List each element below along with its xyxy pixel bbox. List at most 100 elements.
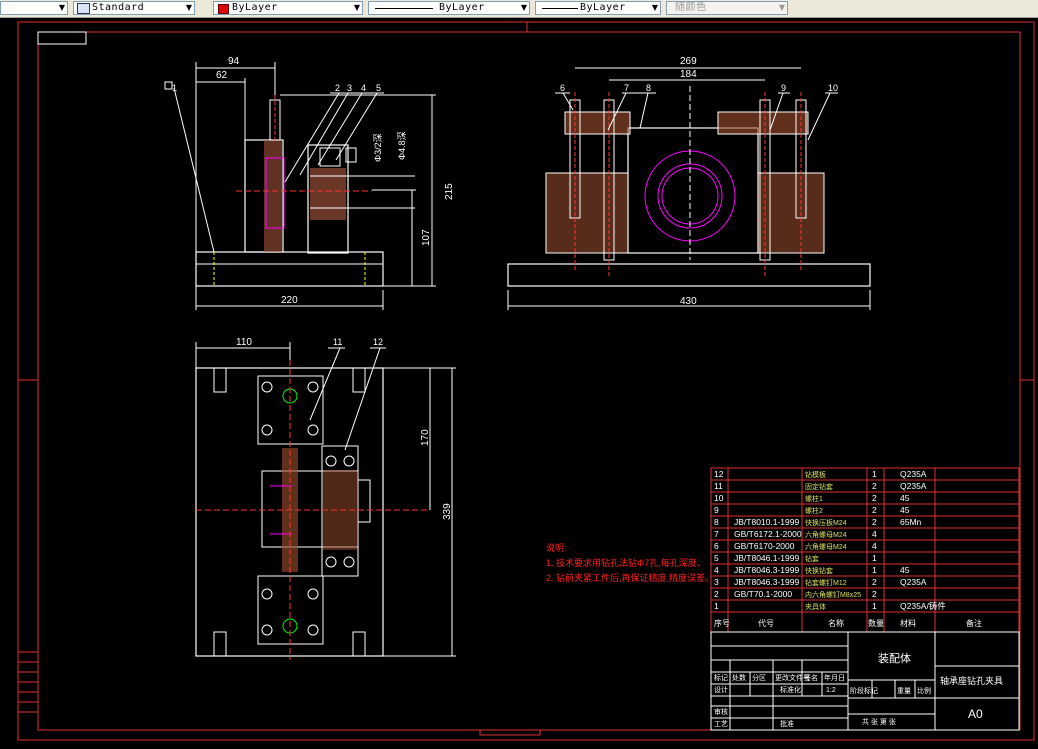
bom-cell-qty: 1 [872, 565, 877, 575]
chevron-down-icon: ▼ [520, 3, 527, 12]
bom-cell-qty: 2 [872, 589, 877, 599]
bom-cell-name: 六角螺母M24 [805, 542, 847, 551]
plotstyle-dropdown[interactable]: 随颜色 ▼ [666, 1, 788, 15]
balloon-9: 9 [781, 83, 786, 93]
balloon-4: 4 [361, 83, 366, 93]
balloon-10: 10 [828, 83, 838, 93]
color-dropdown[interactable]: ByLayer ▼ [213, 1, 363, 15]
properties-toolbar: ▼ Standard ▼ ByLayer ▼ ByLayer ▼ ByLayer… [0, 0, 1038, 18]
dim-430: 430 [680, 296, 697, 307]
dim-107: 107 [421, 229, 432, 246]
tb-check: 审核 [714, 707, 728, 716]
dim-170: 170 [420, 429, 431, 446]
bom-cell-code: JB/T8046.3-1999 [734, 565, 799, 575]
lineweight-dropdown[interactable]: ByLayer ▼ [535, 1, 661, 15]
chevron-down-icon: ▼ [778, 3, 785, 12]
layer-dropdown-tail[interactable]: ▼ [0, 1, 68, 15]
bom-cell-no: 9 [714, 505, 719, 515]
text-style-icon [77, 3, 90, 14]
linetype-preview-icon [375, 8, 433, 9]
bom-cell-no: 6 [714, 541, 719, 551]
bom-cell-name: 钻模板 [805, 470, 826, 479]
chevron-down-icon: ▼ [58, 3, 65, 12]
bom-cell-name: 钻套螺钉M12 [805, 578, 847, 587]
text-style-dropdown[interactable]: Standard ▼ [73, 1, 195, 15]
tb-standard: 标准化 [780, 685, 801, 694]
bom-cell-mat: Q235A [900, 481, 927, 491]
bom-cell-qty: 2 [872, 493, 877, 503]
bom-cell-no: 10 [714, 493, 724, 503]
bom-cell-no: 5 [714, 553, 719, 563]
lineweight-value: ByLayer [580, 2, 626, 13]
bom-cell-qty: 2 [872, 481, 877, 491]
bom-cell-qty: 2 [872, 577, 877, 587]
balloon-3: 3 [347, 83, 352, 93]
bom-cell-code: JB/T8046.1-1999 [734, 553, 799, 563]
lineweight-preview-icon [542, 8, 578, 9]
tb-scale: 比例 [917, 686, 931, 695]
dim-94: 94 [228, 56, 240, 67]
balloon-5: 5 [376, 83, 381, 93]
bom-cell-mat: 65Mn [900, 517, 922, 527]
bom-cell-code: GB/T6172.1-2000 [734, 529, 802, 539]
tb-signature: 签名 [804, 673, 818, 682]
drawing-canvas[interactable]: 94 62 220 215 107 Φ3/2深 Φ4.8深 269 184 43… [0, 18, 1038, 749]
dim-hole-1: Φ3/2深 [373, 133, 383, 162]
dim-220: 220 [281, 295, 298, 306]
bom-cell-name: 快换钻套 [805, 566, 833, 575]
bom-cell-qty: 2 [872, 517, 877, 527]
bom-cell-mat: Q235A/铸件 [900, 601, 946, 611]
bom-cell-no: 12 [714, 469, 724, 479]
balloon-12: 12 [373, 337, 383, 347]
balloon-7: 7 [624, 83, 629, 93]
bom-cell-mat: Q235A [900, 469, 927, 479]
dim-339: 339 [442, 503, 453, 520]
tb-process: 工艺 [714, 720, 728, 728]
bom-cell-name: 六角螺母M24 [805, 530, 847, 539]
tb-assembly: 装配体 [878, 651, 911, 665]
color-swatch-icon [218, 4, 229, 14]
bom-cell-mat: Q235A [900, 577, 927, 587]
bom-cell-name: 固定钻套 [805, 482, 833, 491]
bom-cell-name: 钻套 [805, 554, 819, 563]
bom-cell-code: JB/T8010.1-1999 [734, 517, 799, 527]
notes-title: 说明: [546, 542, 567, 553]
dim-269: 269 [680, 56, 697, 67]
bom-cell-qty: 1 [872, 553, 877, 563]
chevron-down-icon: ▼ [185, 3, 192, 12]
balloon-2: 2 [335, 83, 340, 93]
bom-cell-no: 7 [714, 529, 719, 539]
tb-sheet: 共 张 第 张 [862, 717, 896, 726]
tb-zone: 分区 [752, 673, 766, 682]
bom-header-name: 名称 [828, 618, 844, 628]
color-value: ByLayer [232, 2, 278, 13]
bom-cell-qty: 1 [872, 469, 877, 479]
bom-cell-no: 8 [714, 517, 719, 527]
tb-stage: 阶段标记 [850, 686, 878, 695]
tb-count: 处数 [732, 673, 746, 682]
bom-cell-code: GB/T70.1-2000 [734, 589, 792, 599]
balloon-1: 1 [172, 83, 177, 93]
dim-hole-2: Φ4.8深 [397, 131, 407, 160]
bom-cell-name: 内六角螺钉M8x25 [805, 590, 861, 599]
tb-design: 设计 [714, 685, 728, 694]
bom-cell-name: 夹具体 [805, 602, 826, 611]
bom-header-note: 备注 [966, 618, 982, 628]
bom-cell-no: 2 [714, 589, 719, 599]
tb-date: 年月日 [824, 673, 845, 682]
bom-header-mat: 材料 [900, 618, 916, 628]
linetype-dropdown[interactable]: ByLayer ▼ [368, 1, 530, 15]
bom-cell-no: 11 [714, 481, 723, 491]
notes-line-2: 2. 钻前夹紧工件后,再保证精度,精度误差。 [546, 572, 714, 583]
bom-cell-name: 螺柱1 [805, 494, 823, 503]
bom-cell-qty: 2 [872, 505, 877, 515]
bom-cell-name: 螺柱2 [805, 506, 823, 515]
tb-size: A0 [968, 707, 983, 721]
dim-215: 215 [444, 183, 455, 200]
balloon-11: 11 [333, 337, 342, 347]
tb-scale-value: 1:2 [826, 687, 836, 694]
bom-cell-mat: 45 [900, 493, 910, 503]
plotstyle-value: 随颜色 [675, 2, 707, 13]
bom-cell-qty: 4 [872, 541, 877, 551]
bom-header-no: 序号 [714, 618, 730, 628]
